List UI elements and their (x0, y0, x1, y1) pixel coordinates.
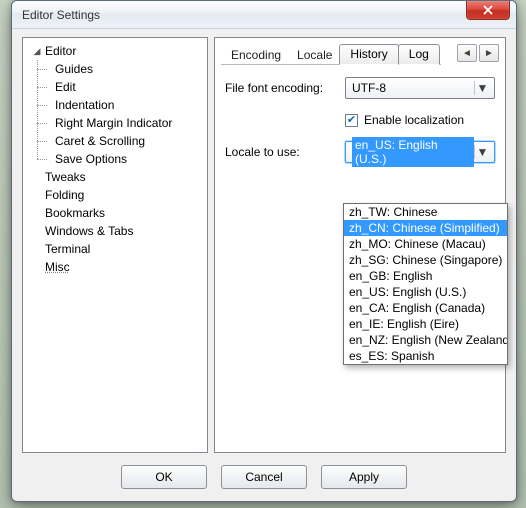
encoding-label: File font encoding: (225, 81, 337, 95)
tree-item-label: Caret & Scrolling (53, 134, 147, 148)
tree-item-label: Edit (53, 80, 78, 94)
chevron-down-icon: ▼ (474, 81, 490, 95)
titlebar[interactable]: Editor Settings (12, 1, 516, 29)
locale-option[interactable]: zh_CN: Chinese (Simplified) (344, 220, 507, 236)
tree-item-misc[interactable]: Misc (29, 258, 205, 276)
enable-localization-checkbox[interactable]: ✔ (345, 114, 358, 127)
tree-item-bookmarks[interactable]: Bookmarks (29, 204, 205, 222)
tree-item-indentation[interactable]: Indentation (51, 96, 205, 114)
locale-option[interactable]: es_ES: Spanish (344, 348, 507, 364)
tree-item-terminal[interactable]: Terminal (29, 240, 205, 258)
locale-dropdown-list[interactable]: zh_TW: Chinesezh_CN: Chinese (Simplified… (343, 203, 508, 365)
tab-history[interactable]: History (339, 44, 398, 65)
locale-option[interactable]: en_US: English (U.S.) (344, 284, 507, 300)
encoding-value: UTF-8 (352, 81, 474, 95)
dialog-buttons: OK Cancel Apply (22, 461, 506, 491)
encoding-combo[interactable]: UTF-8 ▼ (345, 77, 495, 99)
tab-log[interactable]: Log (398, 44, 440, 65)
tree-item-guides[interactable]: Guides (51, 60, 205, 78)
locale-value: en_US: English (U.S.) (352, 137, 474, 167)
tree-item-label: Bookmarks (43, 206, 107, 220)
tree-item-label: Terminal (43, 242, 92, 256)
locale-option[interactable]: zh_MO: Chinese (Macau) (344, 236, 507, 252)
enable-localization-label: Enable localization (364, 113, 464, 127)
tree-item-caret-scrolling[interactable]: Caret & Scrolling (51, 132, 205, 150)
tree-item-edit[interactable]: Edit (51, 78, 205, 96)
tree-item-label: Right Margin Indicator (53, 116, 174, 130)
tree-item-label: Indentation (53, 98, 116, 112)
locale-option[interactable]: en_NZ: English (New Zealand) (344, 332, 507, 348)
tab-row: Encoding Locale History Log ◄ ► (215, 38, 505, 65)
client-area: ◢Editor Guides Edit Indentation Right Margin… (12, 29, 516, 501)
tab-nav-prev[interactable]: ◄ (457, 44, 477, 62)
tab-locale[interactable]: Locale (289, 45, 340, 65)
locale-option[interactable]: en_CA: English (Canada) (344, 300, 507, 316)
locale-combo[interactable]: en_US: English (U.S.) ▼ (345, 141, 495, 163)
settings-tree[interactable]: ◢Editor Guides Edit Indentation Right Margin… (22, 37, 208, 453)
tree-item-save-options[interactable]: Save Options (51, 150, 205, 168)
close-icon (482, 5, 494, 15)
tree-item-folding[interactable]: Folding (29, 186, 205, 204)
tree-item-label: Guides (53, 62, 95, 76)
tree-item-label: Tweaks (43, 170, 88, 184)
tree-item-label: Windows & Tabs (43, 224, 135, 238)
tree-item-right-margin-indicator[interactable]: Right Margin Indicator (51, 114, 205, 132)
ok-button[interactable]: OK (121, 465, 207, 489)
locale-option[interactable]: zh_SG: Chinese (Singapore) (344, 252, 507, 268)
settings-panel: Encoding Locale History Log ◄ ► File fon… (214, 37, 506, 453)
tree-item-label: Save Options (53, 152, 129, 166)
locale-label: Locale to use: (225, 145, 337, 159)
form-area: File font encoding: UTF-8 ▼ ✔ Enable loc… (215, 65, 505, 175)
cancel-button[interactable]: Cancel (221, 465, 307, 489)
dialog-window: Editor Settings ◢Editor Guides Edit Indenta… (11, 0, 517, 502)
tree-item-label: Misc (43, 260, 72, 274)
tab-encoding[interactable]: Encoding (223, 45, 289, 65)
apply-button[interactable]: Apply (321, 465, 407, 489)
chevron-down-icon: ▼ (474, 145, 490, 159)
tree-item-label: Editor (43, 44, 78, 58)
locale-option[interactable]: zh_TW: Chinese (344, 204, 507, 220)
locale-option[interactable]: en_GB: English (344, 268, 507, 284)
tab-nav-next[interactable]: ► (479, 44, 499, 62)
tree-item-editor[interactable]: ◢Editor (29, 42, 205, 60)
locale-option[interactable]: en_IE: English (Eire) (344, 316, 507, 332)
close-button[interactable] (466, 1, 510, 20)
collapse-icon[interactable]: ◢ (31, 46, 43, 57)
tree-item-tweaks[interactable]: Tweaks (29, 168, 205, 186)
tree-item-windows-tabs[interactable]: Windows & Tabs (29, 222, 205, 240)
window-title: Editor Settings (22, 8, 100, 22)
tree-item-label: Folding (43, 188, 86, 202)
